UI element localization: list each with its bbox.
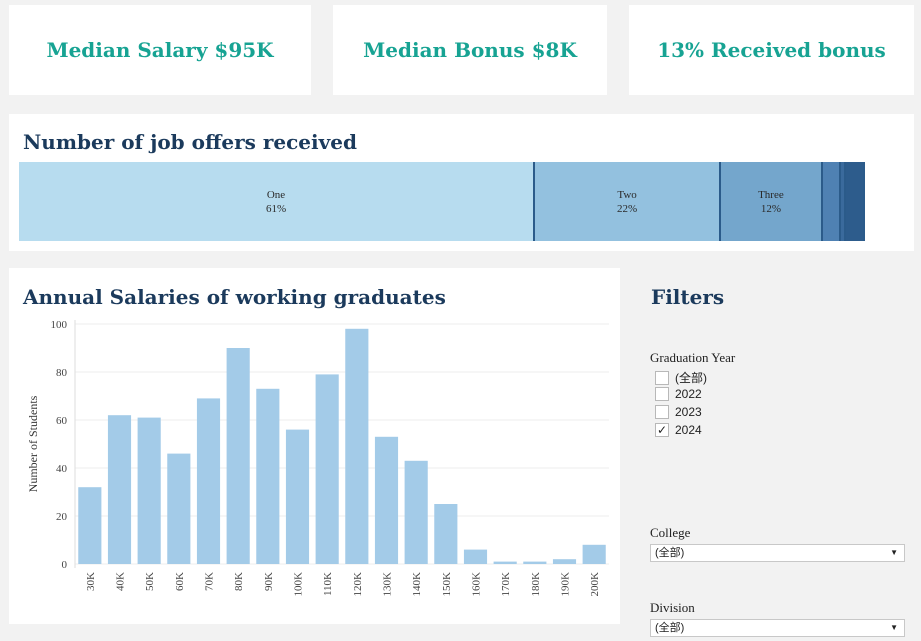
checkbox-checked[interactable]: ✓ xyxy=(655,423,669,437)
option-label: 2022 xyxy=(675,387,702,401)
y-tick-label: 20 xyxy=(56,511,68,523)
x-tick-label: 40K xyxy=(115,572,127,591)
histogram-bar[interactable] xyxy=(78,487,102,564)
filters-title: Filters xyxy=(651,285,725,309)
histogram-bar[interactable] xyxy=(137,417,161,564)
x-tick-label: 50K xyxy=(144,572,156,591)
option-label: (全部) xyxy=(675,371,707,385)
division-label: Division xyxy=(650,600,695,615)
offer-segment[interactable]: One 61% xyxy=(19,162,536,241)
histogram-bar[interactable] xyxy=(463,549,488,564)
division-dropdown-value: (全部) xyxy=(655,622,685,634)
kpi-median-salary-text: Median Salary $95K xyxy=(46,38,274,62)
x-tick-label: 100K xyxy=(293,572,305,597)
x-tick-label: 120K xyxy=(352,572,364,597)
graduation-year-label: Graduation Year xyxy=(650,350,736,365)
offer-segment-percent: 12% xyxy=(760,202,781,215)
histogram-bar[interactable] xyxy=(107,415,132,564)
histogram-bar[interactable] xyxy=(345,328,369,564)
x-tick-label: 110K xyxy=(322,572,334,596)
y-tick-label: 60 xyxy=(56,415,68,427)
college-dropdown[interactable]: (全部) ▼ xyxy=(650,544,905,562)
x-tick-label: 130K xyxy=(382,572,394,597)
offer-segment[interactable]: Two 22% xyxy=(535,162,722,241)
x-tick-label: 150K xyxy=(441,572,453,597)
histogram-bar[interactable] xyxy=(285,429,310,564)
histogram-bar[interactable] xyxy=(434,504,458,564)
job-offers-panel: Number of job offers received One 61% Two 2… xyxy=(9,114,914,251)
y-tick-label: 40 xyxy=(56,463,68,475)
graduation-year-option-2024[interactable]: ✓ 2024 xyxy=(655,423,702,437)
x-tick-label: 80K xyxy=(233,572,245,591)
chevron-down-icon: ▼ xyxy=(890,623,898,632)
division-dropdown[interactable]: (全部) ▼ xyxy=(650,619,905,637)
y-axis-label: Number of Students xyxy=(26,395,40,492)
graduation-year-option-2022[interactable]: 2022 xyxy=(655,387,702,401)
salary-chart-panel: Annual Salaries of working graduates 0 20… xyxy=(9,268,620,624)
filters-panel: Filters Graduation Year (全部) 2022 2023 ✓… xyxy=(620,268,921,641)
x-tick-label: 180K xyxy=(530,572,542,597)
x-tick-label: 90K xyxy=(263,572,275,591)
kpi-median-salary: Median Salary $95K xyxy=(9,5,311,95)
y-tick-label: 80 xyxy=(56,367,68,379)
y-tick-label: 100 xyxy=(51,319,68,331)
graduation-year-option-2023[interactable]: 2023 xyxy=(655,405,702,419)
kpi-median-bonus-text: Median Bonus $8K xyxy=(363,38,577,62)
histogram-bar[interactable] xyxy=(404,460,428,564)
x-tick-label: 160K xyxy=(471,572,483,597)
offer-segment-percent: 22% xyxy=(617,202,638,215)
graduation-year-option-all[interactable]: (全部) xyxy=(655,369,707,386)
histogram-bar[interactable] xyxy=(523,561,547,564)
salary-histogram: 0 20 40 60 80 100 Number of Students 30K 40K 50K 6… xyxy=(26,319,609,597)
checkbox[interactable] xyxy=(655,370,669,385)
histogram-bar[interactable] xyxy=(552,559,577,564)
offer-segment-percent: 61% xyxy=(265,202,287,215)
college-label: College xyxy=(650,525,691,540)
histogram-bar[interactable] xyxy=(374,436,399,564)
checkmark-icon: ✓ xyxy=(656,423,668,437)
option-label: 2024 xyxy=(675,423,702,437)
checkbox[interactable] xyxy=(655,387,669,401)
kpi-received-bonus-text: 13% Received bonus xyxy=(657,38,886,62)
offer-segment-label: Three xyxy=(758,188,784,201)
job-offers-title: Number of job offers received xyxy=(23,130,357,154)
histogram-bar[interactable] xyxy=(256,388,280,564)
college-dropdown-value: (全部) xyxy=(655,547,685,559)
kpi-median-bonus: Median Bonus $8K xyxy=(333,5,607,95)
histogram-bar[interactable] xyxy=(315,374,339,564)
x-tick-label: 30K xyxy=(85,572,97,591)
x-tick-label: 170K xyxy=(500,572,512,597)
job-offers-stacked-bar: One 61% Two 22% Three 12% xyxy=(19,162,865,241)
option-label: 2023 xyxy=(675,405,702,419)
chevron-down-icon: ▼ xyxy=(890,548,898,557)
y-tick-label: 0 xyxy=(62,559,68,571)
histogram-bar[interactable] xyxy=(167,453,191,564)
x-tick-label: 190K xyxy=(560,572,572,597)
checkbox[interactable] xyxy=(655,405,669,419)
offer-segment[interactable] xyxy=(846,162,865,241)
histogram-bar[interactable] xyxy=(582,544,606,564)
x-tick-label: 60K xyxy=(174,572,186,591)
x-tick-label: 140K xyxy=(411,572,423,597)
kpi-received-bonus: 13% Received bonus xyxy=(629,5,914,95)
histogram-bar[interactable] xyxy=(226,348,250,564)
histogram-bar[interactable] xyxy=(196,398,221,564)
x-tick-label: 70K xyxy=(204,572,216,591)
offer-segment[interactable]: Three 12% xyxy=(721,162,823,241)
histogram-bar[interactable] xyxy=(493,561,517,564)
offer-segment[interactable] xyxy=(822,162,842,241)
offer-segment-label: One xyxy=(266,188,286,201)
x-tick-label: 200K xyxy=(589,572,601,597)
offer-segment-label: Two xyxy=(617,188,637,201)
